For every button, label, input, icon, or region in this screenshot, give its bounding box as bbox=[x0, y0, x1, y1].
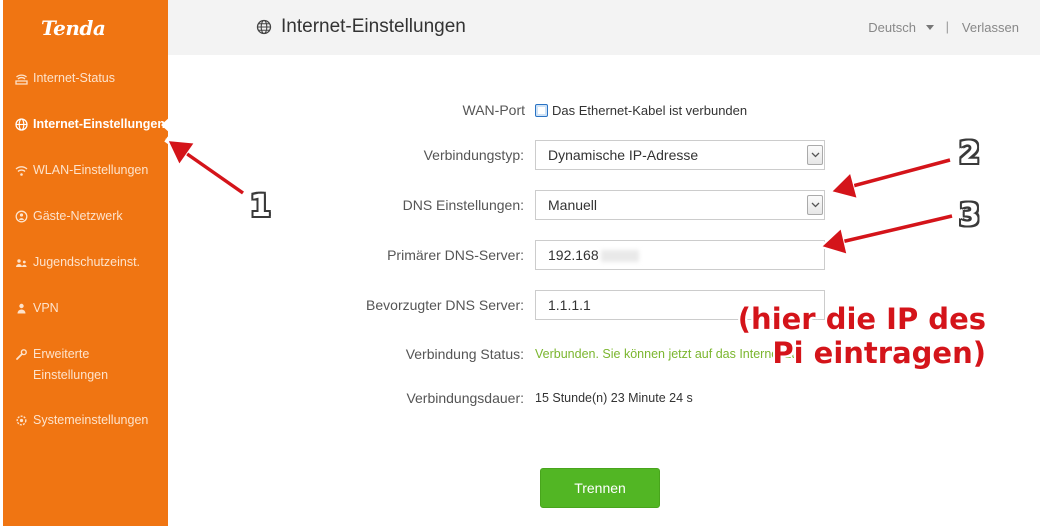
annotation-note-line1: (hier die IP des bbox=[737, 302, 986, 336]
sidebar-item-label: Internet-Einstellungen bbox=[33, 117, 165, 131]
page-title-text: Internet-Einstellungen bbox=[281, 16, 466, 37]
annotation-note-line2: Pi eintragen) bbox=[772, 336, 986, 370]
connection-duration-value: 15 Stunde(n) 23 Minute 24 s bbox=[535, 391, 693, 405]
chevron-down-icon bbox=[926, 25, 934, 30]
wan-port-status: Das Ethernet-Kabel ist verbunden bbox=[535, 95, 747, 125]
router-icon bbox=[15, 72, 28, 85]
sidebar-item-advanced-settings[interactable]: Erweiterte Einstellungen bbox=[15, 344, 125, 386]
cable-status-checkbox bbox=[535, 103, 548, 117]
parental-control-icon bbox=[15, 256, 28, 269]
dns-settings-row: DNS Einstellungen: Manuell bbox=[168, 190, 1040, 220]
connection-type-row: Verbindungstyp: Dynamische IP-Adresse bbox=[168, 140, 1040, 170]
sidebar-item-parental-control[interactable]: Jugendschutzeinst. bbox=[15, 252, 140, 273]
sidebar-item-label: WLAN-Einstellungen bbox=[33, 163, 149, 177]
sidebar-item-label: VPN bbox=[33, 301, 59, 315]
primary-dns-visible-part: 192.168 bbox=[548, 247, 599, 263]
sidebar: Tenda Internet-Status Internet-Einstellu… bbox=[3, 0, 171, 526]
logout-link[interactable]: Verlassen bbox=[962, 20, 1019, 35]
connection-duration-value-wrap: 15 Stunde(n) 23 Minute 24 s bbox=[535, 383, 693, 413]
sidebar-item-label: Gäste-Netzwerk bbox=[33, 209, 123, 223]
dns-settings-value: Manuell bbox=[548, 197, 598, 213]
guest-network-icon bbox=[15, 210, 28, 223]
sidebar-item-guest-network[interactable]: Gäste-Netzwerk bbox=[15, 206, 123, 227]
chevron-down-icon[interactable] bbox=[807, 195, 823, 215]
connection-status-label: Verbindung Status: bbox=[405, 346, 524, 362]
connection-duration-row: Verbindungsdauer: 15 Stunde(n) 23 Minute… bbox=[168, 383, 1040, 413]
connection-type-value: Dynamische IP-Adresse bbox=[548, 147, 699, 163]
connection-duration-label: Verbindungsdauer: bbox=[406, 390, 524, 406]
sidebar-item-label: Jugendschutzeinst. bbox=[33, 255, 141, 269]
vpn-user-icon bbox=[15, 302, 28, 315]
globe-icon bbox=[256, 19, 272, 35]
wrench-icon bbox=[15, 348, 28, 361]
preferred-dns-label: Bevorzugter DNS Server: bbox=[366, 297, 524, 313]
sidebar-item-wlan-settings[interactable]: WLAN-Einstellungen bbox=[15, 160, 148, 181]
primary-dns-value: 192.168 bbox=[548, 241, 639, 269]
primary-dns-label: Primärer DNS-Server: bbox=[387, 247, 524, 263]
redacted-blur bbox=[600, 250, 639, 263]
dns-settings-select[interactable]: Manuell bbox=[535, 190, 825, 220]
dns-settings-label: DNS Einstellungen: bbox=[402, 197, 524, 213]
language-label: Deutsch bbox=[868, 20, 916, 35]
preferred-dns-value: 1.1.1.1 bbox=[548, 297, 591, 313]
chevron-down-icon[interactable] bbox=[807, 145, 823, 165]
sidebar-item-label: Internet-Status bbox=[33, 71, 115, 85]
globe-icon bbox=[15, 118, 28, 131]
sidebar-item-vpn[interactable]: VPN bbox=[15, 298, 59, 319]
annotation-note: (hier die IP des Pi eintragen) bbox=[738, 302, 986, 370]
tenda-logo: Tenda bbox=[41, 16, 106, 40]
annotation-marker-2: 2 bbox=[959, 136, 980, 171]
sidebar-item-label: Systemeinstellungen bbox=[33, 413, 149, 427]
primary-dns-input[interactable]: 192.168 bbox=[535, 240, 825, 270]
wan-port-label: WAN-Port bbox=[462, 102, 525, 118]
connection-type-select[interactable]: Dynamische IP-Adresse bbox=[535, 140, 825, 170]
gear-icon bbox=[15, 414, 28, 427]
sidebar-item-label: Erweiterte Einstellungen bbox=[33, 347, 109, 382]
header-separator: | bbox=[945, 19, 949, 34]
sidebar-item-internet-settings[interactable]: Internet-Einstellungen bbox=[15, 114, 165, 135]
top-header: Internet-Einstellungen Deutsch | Verlass… bbox=[168, 0, 1040, 55]
language-select[interactable]: Deutsch bbox=[868, 20, 934, 35]
primary-dns-row: Primärer DNS-Server: 192.168 bbox=[168, 240, 1040, 270]
connection-type-label: Verbindungstyp: bbox=[423, 147, 524, 163]
annotation-marker-3: 3 bbox=[959, 198, 980, 233]
sidebar-item-internet-status[interactable]: Internet-Status bbox=[15, 68, 115, 89]
wifi-icon bbox=[15, 164, 28, 177]
annotation-marker-1: 1 bbox=[250, 189, 271, 224]
disconnect-button[interactable]: Trennen bbox=[540, 468, 660, 508]
wan-port-row: WAN-Port Das Ethernet-Kabel ist verbunde… bbox=[168, 95, 1040, 125]
wan-port-value: Das Ethernet-Kabel ist verbunden bbox=[552, 102, 748, 118]
sidebar-item-system-settings[interactable]: Systemeinstellungen bbox=[15, 410, 148, 431]
page-title: Internet-Einstellungen bbox=[256, 16, 466, 38]
internet-settings-form: WAN-Port Das Ethernet-Kabel ist verbunde… bbox=[168, 55, 1040, 526]
